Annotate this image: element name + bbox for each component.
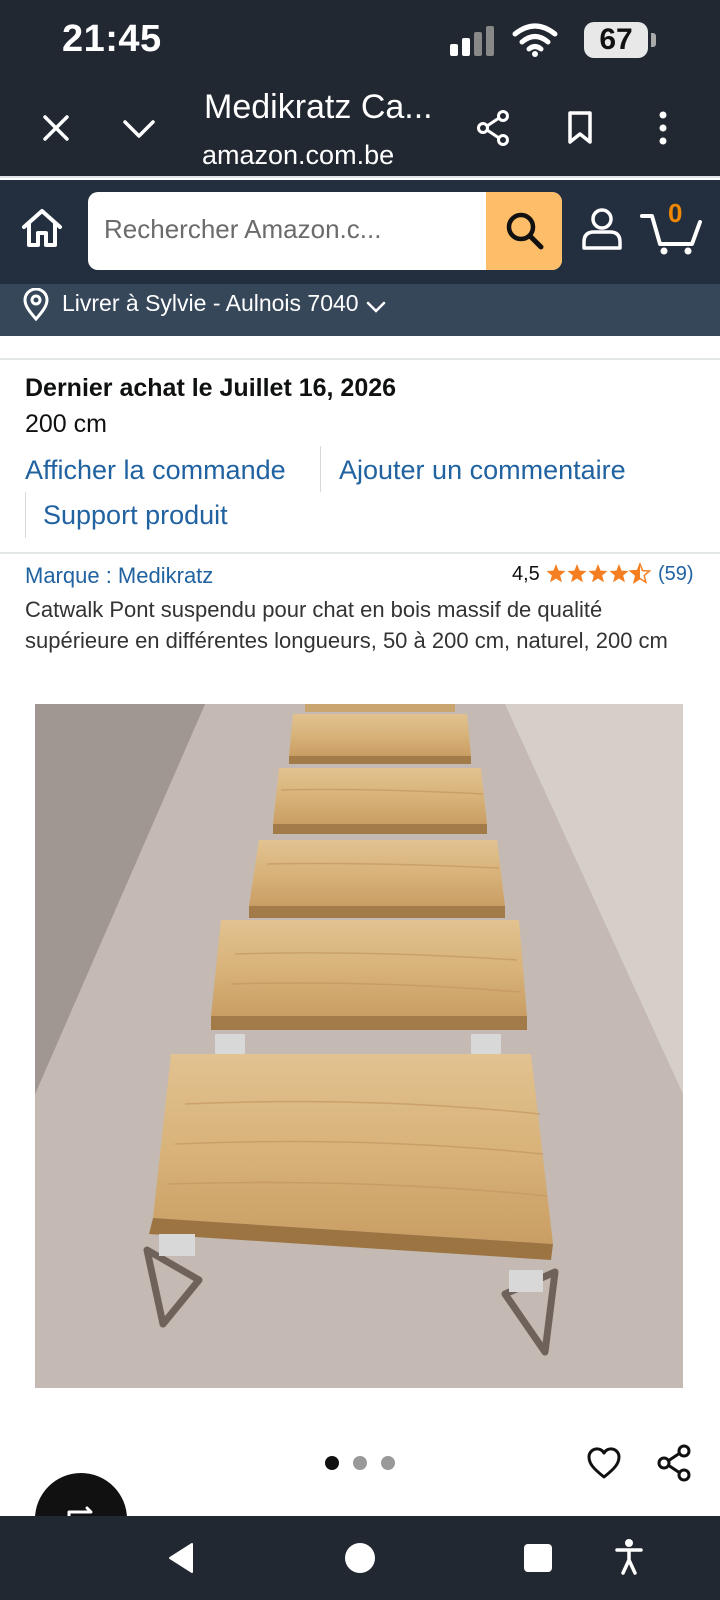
carousel-dot[interactable] xyxy=(381,1456,395,1470)
wifi-icon xyxy=(512,23,558,57)
account-icon[interactable] xyxy=(580,206,624,252)
review-count-link[interactable]: (59) xyxy=(658,563,694,586)
search-bar[interactable]: Rechercher Amazon.c... xyxy=(88,192,562,270)
status-time: 21:45 xyxy=(62,18,162,60)
home-circle-icon[interactable] xyxy=(345,1543,375,1573)
page-url[interactable]: amazon.com.be xyxy=(202,140,394,171)
divider xyxy=(0,552,720,554)
delivery-address[interactable]: Livrer à Sylvie - Aulnois 7040 xyxy=(62,290,359,317)
search-icon xyxy=(506,212,544,250)
back-icon[interactable] xyxy=(166,1542,194,1574)
view-order-link[interactable]: Afficher la commande xyxy=(25,455,286,486)
location-pin-icon xyxy=(23,288,49,322)
close-icon[interactable] xyxy=(42,114,70,142)
brand-link[interactable]: Marque : Medikratz xyxy=(25,563,213,589)
carousel-dot-active[interactable] xyxy=(325,1456,339,1470)
recents-square-icon[interactable] xyxy=(524,1544,552,1572)
product-support-link[interactable]: Support produit xyxy=(43,500,228,531)
tab-title[interactable]: Medikratz Ca... xyxy=(204,88,433,127)
rating-stars-icon[interactable] xyxy=(546,561,652,585)
chevron-down-icon xyxy=(366,301,386,313)
delivery-location-bar[interactable]: Livrer à Sylvie - Aulnois 7040 xyxy=(0,284,720,336)
chevron-down-icon[interactable] xyxy=(122,118,156,140)
status-bar: 21:45 67 xyxy=(0,0,720,80)
wishlist-heart-icon[interactable] xyxy=(586,1446,622,1480)
share-icon[interactable] xyxy=(656,1444,692,1482)
system-navigation-bar xyxy=(0,1516,720,1600)
browser-toolbar: Medikratz Ca... amazon.com.be xyxy=(0,80,720,178)
accessibility-icon[interactable] xyxy=(614,1538,644,1576)
last-purchase-date: Dernier achat le Juillet 16, 2026 xyxy=(25,374,397,402)
cart-count-badge: 0 xyxy=(668,198,683,228)
purchased-variant: 200 cm xyxy=(25,410,107,438)
search-input[interactable]: Rechercher Amazon.c... xyxy=(104,214,381,245)
divider xyxy=(0,358,720,360)
rating-value: 4,5 xyxy=(512,563,540,585)
link-separator xyxy=(320,446,321,492)
carousel-dot[interactable] xyxy=(353,1456,367,1470)
amazon-header: Rechercher Amazon.c... xyxy=(0,180,720,284)
product-title[interactable]: Catwalk Pont suspendu pour chat en bois … xyxy=(25,594,705,656)
link-separator xyxy=(25,492,26,538)
search-button[interactable] xyxy=(486,192,562,270)
battery-indicator: 67 xyxy=(584,22,656,58)
product-image[interactable] xyxy=(35,704,683,1388)
add-review-link[interactable]: Ajouter un commentaire xyxy=(339,455,626,486)
bookmark-icon[interactable] xyxy=(566,110,594,146)
product-photo-illustration xyxy=(35,704,683,1388)
more-icon[interactable] xyxy=(658,110,668,146)
share-icon[interactable] xyxy=(476,110,510,146)
home-icon[interactable] xyxy=(20,206,64,250)
